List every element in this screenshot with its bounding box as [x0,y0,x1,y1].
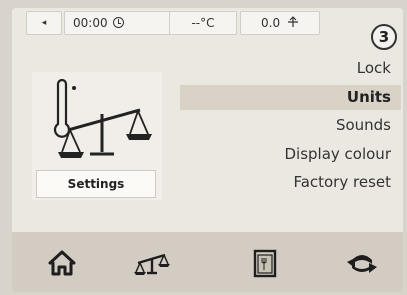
menu-item-units[interactable]: Units [180,84,401,110]
temperature-display: --°C [169,11,237,35]
menu-item-display-colour[interactable]: Display colour [180,142,401,167]
page-number-badge: 3 [371,24,397,50]
recipe-book-button[interactable] [245,246,285,280]
timer-value: 00:00 [73,16,108,30]
back-arrow-button[interactable]: ◂ [26,11,62,35]
settings-menu: Lock Units Sounds Display colour Factory… [180,56,401,199]
device-screen: ◂ 00:00 --°C 0.0 3 Settings Lock Units S… [12,8,403,292]
tare-icon [287,16,298,27]
status-bar: ◂ 00:00 --°C 0.0 [12,8,403,38]
scale-button[interactable] [132,246,172,280]
return-icon [347,255,377,273]
settings-tile: Settings [32,72,162,200]
clock-icon [112,17,124,28]
bottom-nav-bar [12,232,403,292]
menu-item-factory-reset[interactable]: Factory reset [180,170,401,195]
weight-value: 0.0 [261,16,281,30]
menu-item-sounds[interactable]: Sounds [180,113,401,138]
timer-display[interactable]: 00:00 [64,11,174,35]
back-arrow-icon: ◂ [41,18,47,28]
thermometer-scale-icon [53,78,152,158]
weight-display[interactable]: 0.0 [240,11,320,35]
menu-item-lock[interactable]: Lock [180,56,401,81]
home-button[interactable] [42,246,82,280]
home-icon [48,250,76,276]
recipe-book-icon [253,249,277,278]
temperature-value: --°C [191,16,215,30]
settings-label: Settings [36,170,156,198]
scale-icon [134,253,170,275]
return-button[interactable] [342,246,382,280]
